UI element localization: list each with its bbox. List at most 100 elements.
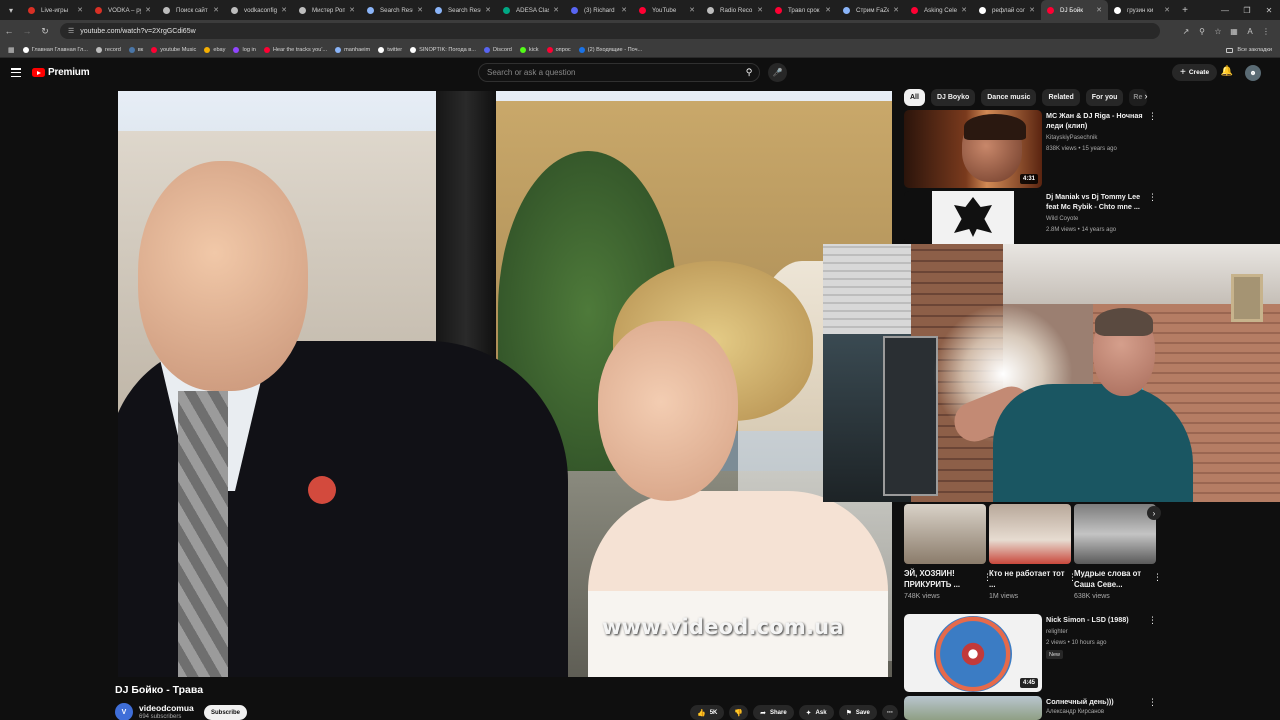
- all-bookmarks[interactable]: Все закладки: [1226, 42, 1272, 58]
- video-thumbnail[interactable]: [904, 191, 1042, 244]
- restore-icon[interactable]: ❐: [1236, 0, 1258, 20]
- new-tab-button[interactable]: +: [1176, 5, 1194, 16]
- more-vertical-icon[interactable]: ⋮: [1148, 192, 1157, 203]
- recommendation-item[interactable]: 4:31 МС Жан & DJ Riga - Ночная леди (кли…: [904, 110, 1204, 190]
- tab-close-icon[interactable]: ✕: [417, 6, 423, 14]
- browser-tab[interactable]: Травл срок ✕: [769, 0, 837, 20]
- channel-name[interactable]: videodcomua: [139, 703, 194, 713]
- tab-close-icon[interactable]: ✕: [77, 6, 83, 14]
- bookmark-item[interactable]: manhaeim: [335, 46, 370, 53]
- video-thumbnail[interactable]: 4:31: [904, 110, 1042, 188]
- apps-icon[interactable]: ▦: [8, 46, 15, 54]
- tab-close-icon[interactable]: ✕: [1164, 6, 1170, 14]
- recommendation-title[interactable]: МС Жан & DJ Riga - Ночная леди (клип): [1046, 111, 1146, 131]
- video-thumbnail[interactable]: 4:45: [904, 614, 1042, 692]
- tab-close-icon[interactable]: ✕: [349, 6, 355, 14]
- tab-close-icon[interactable]: ✕: [689, 6, 695, 14]
- bookmark-item[interactable]: twitter: [378, 46, 402, 53]
- video-player[interactable]: www.videod.com.ua: [118, 91, 892, 677]
- youtube-logo[interactable]: Premium: [32, 67, 90, 78]
- browser-tab[interactable]: vodkaconfig ✕: [225, 0, 293, 20]
- channel-avatar[interactable]: V: [115, 703, 133, 720]
- minimize-icon[interactable]: —: [1214, 0, 1236, 20]
- filter-chip[interactable]: DJ Boyko: [930, 89, 976, 106]
- tab-close-icon[interactable]: ✕: [893, 6, 899, 14]
- browser-tab[interactable]: ADESA Class ✕: [497, 0, 565, 20]
- short-thumbnail[interactable]: [904, 504, 986, 564]
- browser-tab[interactable]: Asking Cele ✕: [905, 0, 973, 20]
- bookmark-item[interactable]: ebay: [204, 46, 225, 53]
- browser-tab[interactable]: грузин ки ✕: [1108, 0, 1176, 20]
- recommendation-item[interactable]: Солнечный день))) Александр Кирсанов ⋮: [904, 696, 1204, 720]
- browser-tab[interactable]: Поиск сайт ✕: [157, 0, 225, 20]
- tab-close-icon[interactable]: ✕: [1029, 6, 1035, 14]
- omnibox[interactable]: ☰ youtube.com/watch?v=2XrgGCdi65w: [60, 23, 1160, 39]
- extensions-icon[interactable]: ▦: [1226, 27, 1242, 36]
- account-avatar[interactable]: ☻: [1245, 65, 1261, 81]
- filter-chip[interactable]: All: [904, 89, 925, 106]
- bookmark-item[interactable]: log in: [233, 46, 256, 53]
- short-thumbnail[interactable]: [989, 504, 1071, 564]
- tab-close-icon[interactable]: ✕: [553, 6, 559, 14]
- guide-menu-icon[interactable]: [11, 68, 21, 77]
- tab-close-icon[interactable]: ✕: [145, 6, 151, 14]
- forward-icon[interactable]: →: [18, 26, 36, 36]
- tab-close-icon[interactable]: ✕: [1096, 6, 1102, 14]
- browser-tab[interactable]: Мистер Роп ✕: [293, 0, 361, 20]
- browser-tab[interactable]: (3) Richard ✕: [565, 0, 633, 20]
- short-title[interactable]: ЭЙ, ХОЗЯИН! ПРИКУРИТЬ ...: [904, 568, 986, 590]
- video-thumbnail[interactable]: [904, 696, 1042, 720]
- more-vertical-icon[interactable]: ⋮: [1153, 572, 1162, 583]
- search-icon[interactable]: ⚲: [739, 67, 759, 78]
- more-vertical-icon[interactable]: ⋮: [1148, 615, 1157, 626]
- tab-close-icon[interactable]: ✕: [961, 6, 967, 14]
- recommendation-title[interactable]: Солнечный день))): [1046, 697, 1146, 707]
- zoom-icon[interactable]: ⚲: [1194, 27, 1210, 36]
- search-input[interactable]: Search or ask a question: [487, 68, 739, 77]
- tab-close-icon[interactable]: ✕: [213, 6, 219, 14]
- tab-close-icon[interactable]: ✕: [757, 6, 763, 14]
- tab-search-button[interactable]: ▾: [0, 0, 22, 20]
- filter-chip[interactable]: For you: [1085, 89, 1124, 106]
- browser-tab[interactable]: DJ Бойк ✕: [1041, 0, 1108, 20]
- short-title[interactable]: Кто не работает тот ...: [989, 568, 1071, 590]
- browser-tab[interactable]: Search Resu ✕: [361, 0, 429, 20]
- share-button[interactable]: ➦ Share: [753, 705, 794, 720]
- bookmark-star-icon[interactable]: ☆: [1210, 27, 1226, 36]
- notifications-bell-icon[interactable]: 🔔: [1220, 66, 1234, 80]
- browser-tab[interactable]: рефлай сол ✕: [973, 0, 1041, 20]
- browser-tab[interactable]: Search Resu ✕: [429, 0, 497, 20]
- bookmark-item[interactable]: Discord: [483, 46, 512, 53]
- translate-icon[interactable]: A: [1242, 27, 1258, 36]
- browser-tab[interactable]: Radio Reco ✕: [701, 0, 769, 20]
- short-item[interactable]: Кто не работает тот ... 1M views ⋮: [989, 504, 1077, 600]
- save-button[interactable]: ⚑ Save: [838, 705, 877, 720]
- ask-button[interactable]: ✦ Ask: [798, 705, 834, 720]
- close-window-icon[interactable]: ✕: [1258, 0, 1280, 20]
- browser-tab[interactable]: YouTube ✕: [633, 0, 701, 20]
- bookmark-item[interactable]: record: [95, 46, 121, 53]
- shorts-next-chevron-icon[interactable]: ›: [1147, 506, 1161, 520]
- bookmark-item[interactable]: (2) Входящие - Поч...: [578, 46, 642, 53]
- dislike-button[interactable]: 👎: [729, 705, 749, 720]
- recommendation-channel[interactable]: Wild Coyote: [1046, 216, 1146, 222]
- bookmark-item[interactable]: kick: [519, 46, 539, 53]
- browser-tab[interactable]: Live-игры ✕: [22, 0, 89, 20]
- tab-close-icon[interactable]: ✕: [485, 6, 491, 14]
- recommendation-channel[interactable]: Александр Кирсанов: [1046, 709, 1146, 715]
- recommendation-channel[interactable]: KitayskiyPasechnik: [1046, 135, 1146, 141]
- browser-tab[interactable]: Стрим FaZe ✕: [837, 0, 905, 20]
- create-button[interactable]: + Create: [1172, 64, 1218, 81]
- short-item[interactable]: Мудрые слова от Саша Севе... 638K views …: [1074, 504, 1162, 600]
- short-thumbnail[interactable]: [1074, 504, 1156, 564]
- search-box[interactable]: Search or ask a question ⚲: [478, 63, 760, 82]
- filter-chip[interactable]: Dance music: [981, 89, 1037, 106]
- recommendation-item[interactable]: Dj Maniak vs Dj Tommy Lee feat Mc Rybik …: [904, 191, 1204, 244]
- recommendation-item[interactable]: 4:45 Nick Simon - LSD (1988) relighter 2…: [904, 614, 1204, 694]
- bookmark-item[interactable]: Главная Главная Гл...: [22, 46, 88, 53]
- bookmark-item[interactable]: Hear the tracks you'...: [263, 46, 327, 53]
- recommendation-title[interactable]: Dj Maniak vs Dj Tommy Lee feat Mc Rybik …: [1046, 192, 1146, 212]
- recommendation-channel[interactable]: relighter: [1046, 629, 1146, 635]
- more-vertical-icon[interactable]: ⋮: [1148, 111, 1157, 122]
- more-actions-button[interactable]: ⋯: [881, 705, 898, 720]
